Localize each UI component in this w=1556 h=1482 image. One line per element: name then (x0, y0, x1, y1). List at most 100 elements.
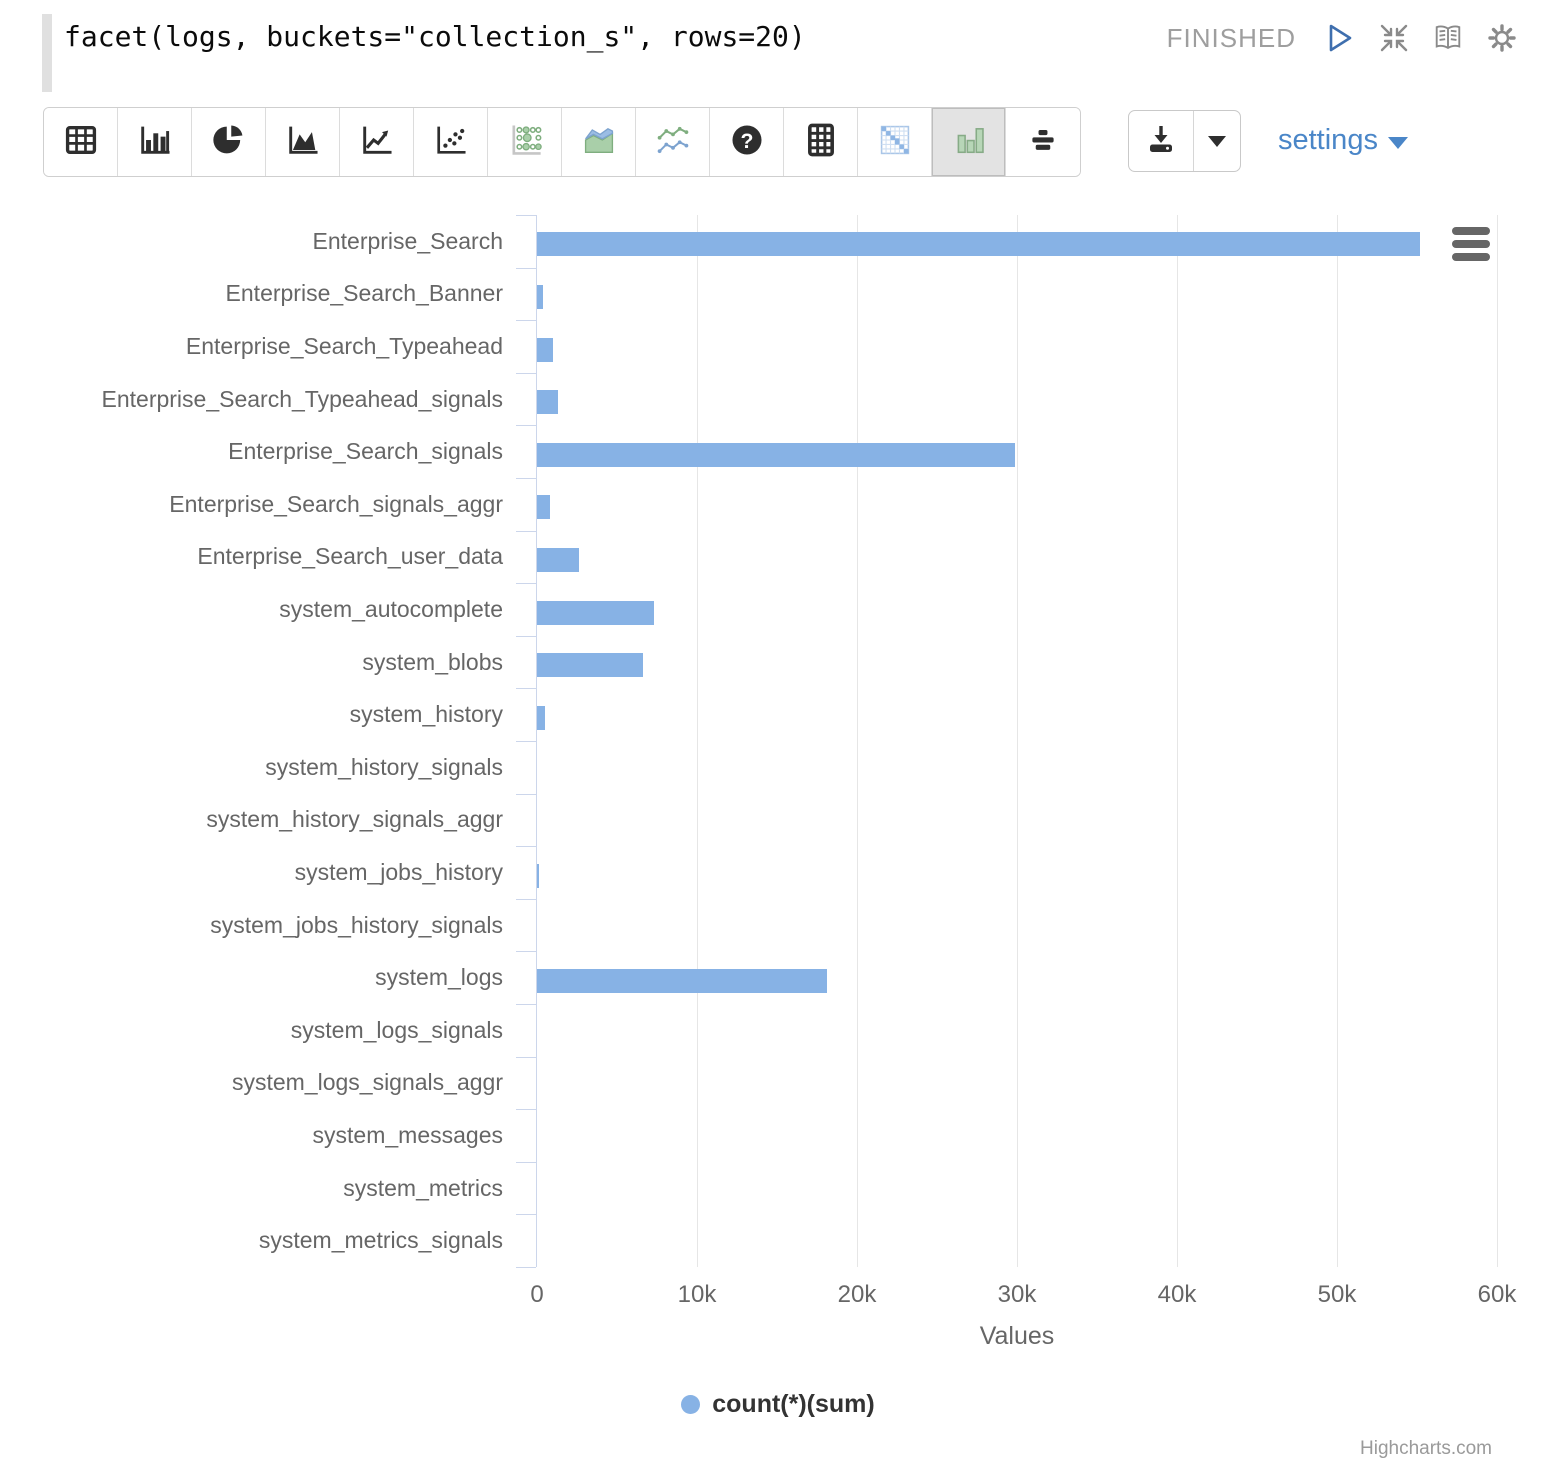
legend-item[interactable]: count(*)(sum) (0, 1390, 1556, 1419)
notebook-cell: facet(logs, buckets="collection_s", rows… (0, 0, 1556, 1482)
category-label: system_autocomplete (0, 583, 503, 636)
axis-tick (516, 899, 536, 900)
x-axis-tick-label: 10k (652, 1281, 742, 1309)
toolbar-button-bubble-chart-icon[interactable] (488, 108, 562, 176)
book-icon[interactable] (1432, 22, 1464, 54)
x-axis-tick-label: 30k (972, 1281, 1062, 1309)
toolbar-button-pie-chart-icon[interactable] (192, 108, 266, 176)
toolbar-button-stacked-area-icon[interactable] (562, 108, 636, 176)
caret-down-icon (1208, 136, 1226, 147)
gridline (1017, 215, 1018, 1267)
grid-table-icon (802, 121, 840, 164)
status-badge: FINISHED (1167, 23, 1296, 54)
axis-tick (516, 951, 536, 952)
legend-label: count(*)(sum) (712, 1390, 874, 1419)
bar (537, 390, 558, 414)
toolbar-button-area-chart-icon[interactable] (266, 108, 340, 176)
funnel-icon (1024, 121, 1062, 164)
table-icon (62, 121, 100, 164)
axis-tick (516, 1109, 536, 1110)
x-axis-tick-label: 0 (492, 1281, 582, 1309)
axis-tick (516, 1267, 536, 1268)
category-label: Enterprise_Search_Typeahead (0, 320, 503, 373)
axis-tick (516, 583, 536, 584)
axis-tick (516, 688, 536, 689)
x-axis-title: Values (537, 1322, 1497, 1351)
axis-tick (516, 320, 536, 321)
category-label: system_logs_signals (0, 1004, 503, 1057)
hamburger-menu-icon[interactable] (1452, 227, 1490, 266)
scatter-plot-icon (432, 121, 470, 164)
category-label: system_history_signals (0, 741, 503, 794)
download-options-button[interactable] (1194, 111, 1240, 171)
multi-line-icon (654, 121, 692, 164)
cell-drag-handle[interactable] (42, 14, 52, 92)
toolbar-button-grid-table-icon[interactable] (784, 108, 858, 176)
gear-icon[interactable] (1486, 22, 1518, 54)
gridline (1497, 215, 1498, 1267)
category-label: Enterprise_Search_Banner (0, 268, 503, 321)
bar (537, 232, 1420, 256)
toolbar-button-scatter-plot-icon[interactable] (414, 108, 488, 176)
category-label: system_jobs_history_signals (0, 899, 503, 952)
chevron-down-icon (1388, 137, 1408, 149)
axis-tick (516, 268, 536, 269)
line-chart-icon (358, 121, 396, 164)
legend-marker-icon (681, 1395, 700, 1414)
svg-text:?: ? (740, 129, 753, 152)
column-chart-icon (950, 121, 988, 164)
category-label: system_history_signals_aggr (0, 794, 503, 847)
cell-actions: FINISHED (1167, 22, 1518, 54)
toolbar-button-line-chart-icon[interactable] (340, 108, 414, 176)
axis-tick (516, 425, 536, 426)
axis-tick (516, 846, 536, 847)
settings-label: settings (1278, 124, 1378, 157)
axis-tick (516, 1057, 536, 1058)
category-label: system_metrics (0, 1162, 503, 1215)
category-label: system_jobs_history (0, 846, 503, 899)
bar (537, 443, 1015, 467)
play-icon[interactable] (1324, 22, 1356, 54)
bar (537, 495, 550, 519)
x-axis-tick-label: 40k (1132, 1281, 1222, 1309)
category-label: Enterprise_Search_Typeahead_signals (0, 373, 503, 426)
axis-tick (516, 741, 536, 742)
category-label: system_metrics_signals (0, 1214, 503, 1267)
axis-tick (516, 478, 536, 479)
compress-icon[interactable] (1378, 22, 1410, 54)
axis-tick (516, 1162, 536, 1163)
bar (537, 601, 654, 625)
settings-dropdown[interactable]: settings (1278, 124, 1408, 157)
axis-tick (516, 794, 536, 795)
axis-tick (516, 531, 536, 532)
toolbar-button-multi-line-icon[interactable] (636, 108, 710, 176)
query-editor[interactable]: facet(logs, buckets="collection_s", rows… (64, 20, 806, 53)
bar-chart-icon (136, 121, 174, 164)
x-axis-tick-label: 60k (1452, 1281, 1542, 1309)
gridline (857, 215, 858, 1267)
download-button[interactable] (1129, 111, 1194, 171)
toolbar-button-funnel-icon[interactable] (1006, 108, 1080, 176)
chart-type-toolbar: ? (43, 107, 1081, 177)
bar (537, 864, 539, 888)
toolbar-button-column-chart-icon[interactable] (932, 108, 1006, 176)
pie-chart-icon (210, 121, 248, 164)
gridline (1177, 215, 1178, 1267)
bar (537, 653, 643, 677)
bar (537, 548, 579, 572)
toolbar-button-heatmap-icon[interactable] (858, 108, 932, 176)
stacked-area-icon (580, 121, 618, 164)
download-icon (1144, 122, 1178, 161)
toolbar-button-bar-chart-icon[interactable] (118, 108, 192, 176)
toolbar-button-help-icon[interactable]: ? (710, 108, 784, 176)
category-label: Enterprise_Search (0, 215, 503, 268)
highcharts-credit: Highcharts.com (1360, 1438, 1492, 1460)
category-label: Enterprise_Search_user_data (0, 531, 503, 584)
category-label: system_blobs (0, 636, 503, 689)
toolbar-button-table-icon[interactable] (44, 108, 118, 176)
category-label: Enterprise_Search_signals (0, 425, 503, 478)
bar (537, 969, 827, 993)
category-label: system_logs (0, 951, 503, 1004)
bar (537, 285, 543, 309)
axis-tick (516, 215, 536, 216)
